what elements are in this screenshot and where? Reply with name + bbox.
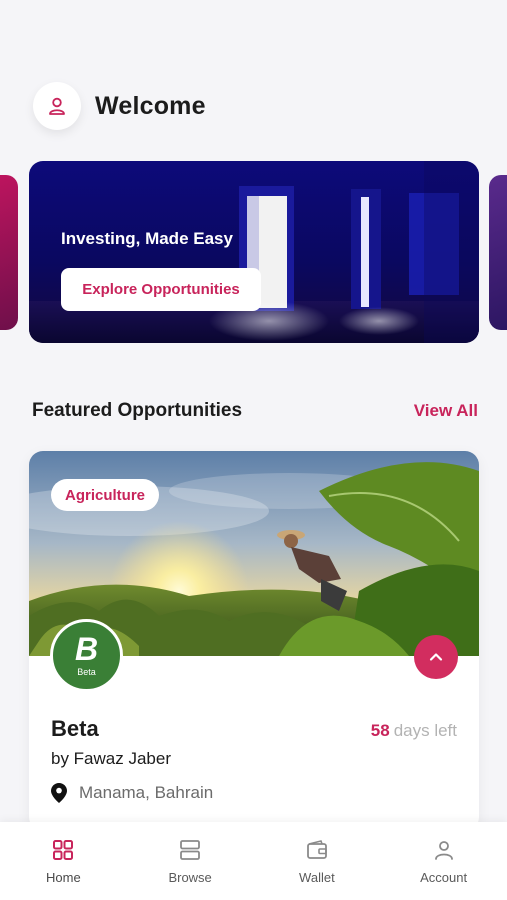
welcome-title: Welcome — [95, 91, 206, 120]
hero-banner[interactable]: Investing, Made Easy Explore Opportuniti… — [29, 161, 479, 343]
banner-title: Investing, Made Easy — [61, 229, 233, 248]
home-grid-icon — [53, 840, 74, 860]
bottom-nav: Home Browse Wallet Account — [0, 822, 507, 900]
logo-caption: Beta — [77, 666, 96, 677]
home-screen: Welcome Investing, Made Easy Explore Opp… — [0, 0, 507, 900]
days-left-number: 58 — [370, 721, 390, 740]
location-pin-icon — [51, 783, 67, 803]
days-left: 58 days left — [371, 721, 457, 741]
nav-browse-label: Browse — [168, 870, 212, 885]
days-left-text: days left — [393, 721, 457, 740]
location-text: Manama, Bahrain — [79, 783, 214, 802]
explore-opportunities-button[interactable]: Explore Opportunities — [61, 268, 261, 311]
view-all-link[interactable]: View All — [414, 401, 478, 421]
nav-browse[interactable]: Browse — [127, 822, 254, 900]
expand-card-button[interactable] — [414, 635, 458, 679]
user-icon — [49, 97, 65, 115]
nav-wallet[interactable]: Wallet — [254, 822, 381, 900]
avatar-button[interactable] — [33, 82, 81, 130]
account-icon — [434, 841, 453, 860]
logo-letter: B — [74, 630, 99, 667]
featured-section-title: Featured Opportunities — [32, 400, 243, 421]
header: Welcome — [33, 82, 206, 130]
opportunity-card[interactable]: Agriculture B Beta Beta 58 days left by F… — [29, 451, 479, 831]
carousel-prev-slide[interactable] — [0, 175, 18, 330]
opportunity-title: Beta — [51, 716, 99, 741]
nav-account-label: Account — [420, 870, 468, 885]
wallet-icon — [306, 840, 327, 859]
browse-icon — [180, 840, 201, 860]
carousel-next-slide[interactable] — [489, 175, 507, 330]
company-logo: B Beta — [50, 619, 123, 692]
category-tag[interactable]: Agriculture — [51, 479, 160, 511]
location-row: Manama, Bahrain — [51, 783, 213, 803]
nav-home[interactable]: Home — [0, 822, 127, 900]
nav-home-label: Home — [46, 870, 81, 885]
chevron-up-icon — [429, 653, 443, 661]
opportunity-byline: by Fawaz Jaber — [51, 749, 171, 768]
banner-doors-illustration — [29, 161, 479, 343]
nav-wallet-label: Wallet — [299, 870, 335, 885]
nav-account[interactable]: Account — [380, 822, 507, 900]
